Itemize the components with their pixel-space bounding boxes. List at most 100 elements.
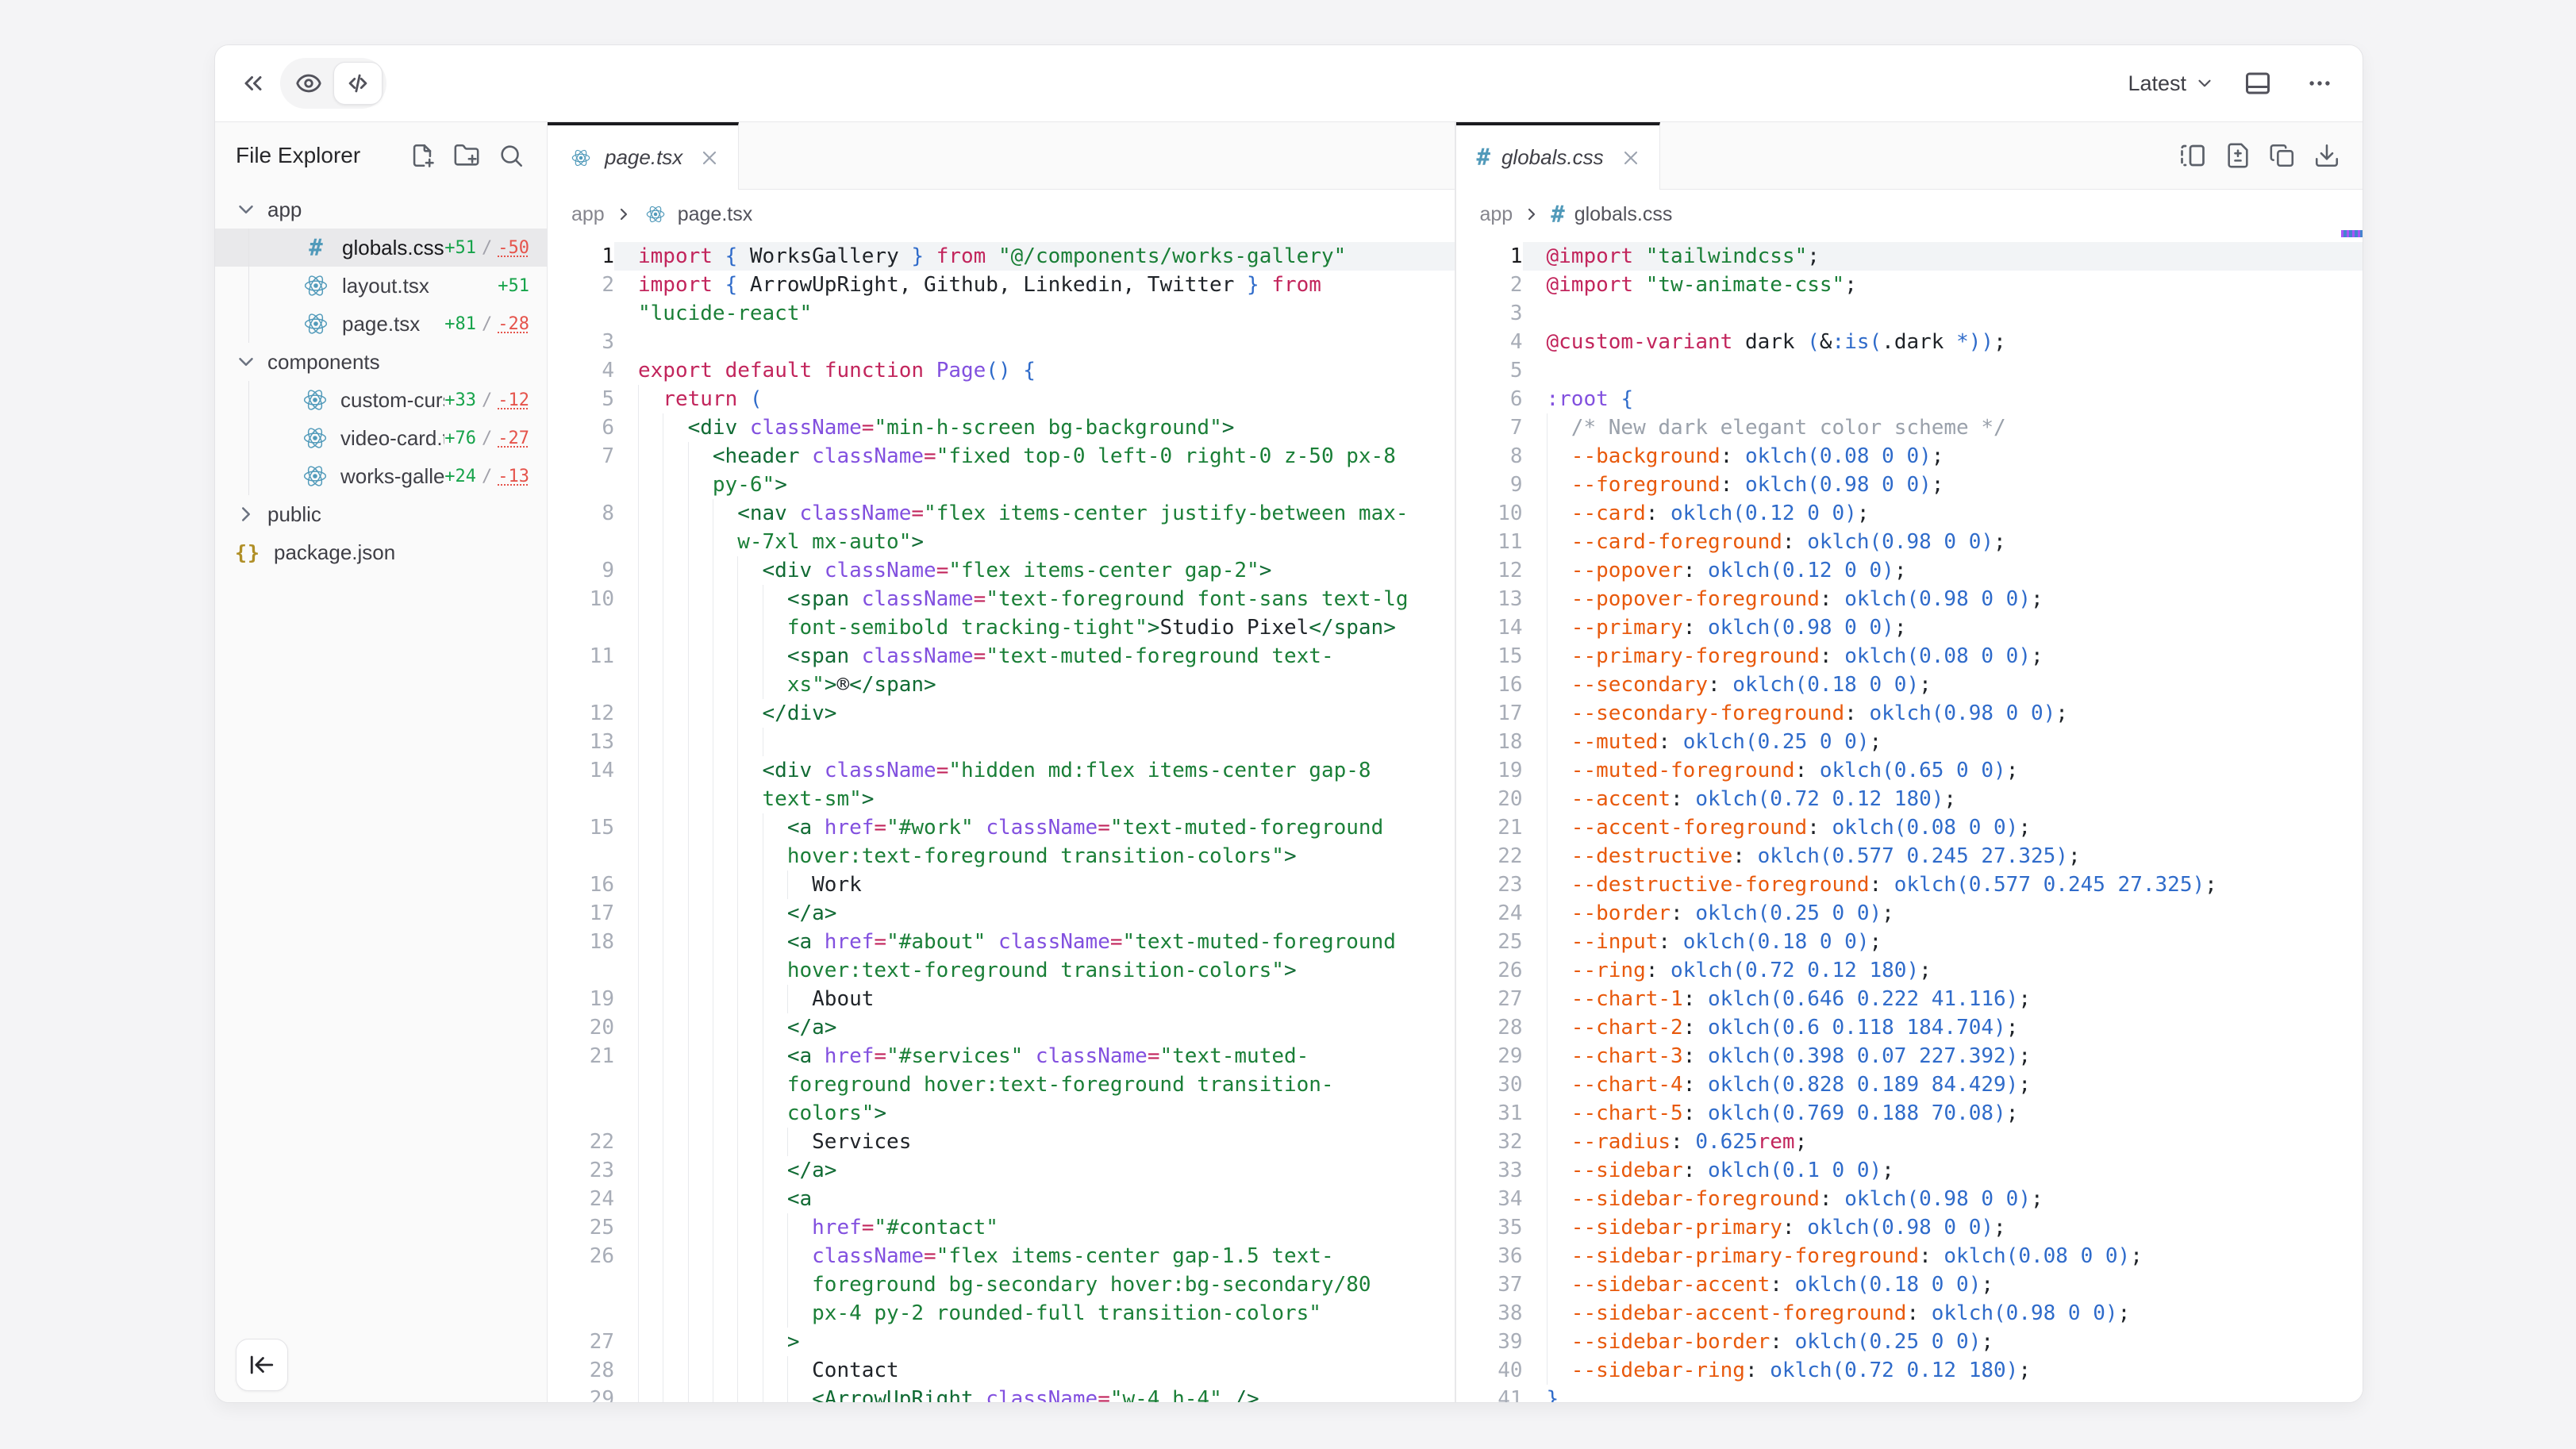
more-options-button[interactable] [2301, 64, 2339, 102]
diff-stats: +51 [498, 276, 529, 296]
collapse-sidebar-button[interactable] [236, 1339, 288, 1391]
code-text: --background: oklch(0.08 0 0); [1523, 442, 2363, 471]
token: () [986, 359, 1010, 382]
indent-guide [1547, 1213, 1548, 1242]
file-diff-button[interactable] [2224, 142, 2251, 169]
token: : [1820, 1187, 1844, 1211]
file-row-video-card-tsx[interactable]: video-card.tsx+76/-27 [215, 419, 547, 457]
code-line: 27--chart-1: oklch(0.646 0.222 41.116); [1456, 985, 2363, 1013]
token: --background [1571, 444, 1721, 468]
code-line: 19About [548, 985, 1455, 1013]
indent-guide [1547, 1270, 1548, 1299]
token: = [1148, 1044, 1160, 1068]
token: import [638, 273, 713, 297]
token: oklch(0.18 0 0) [1795, 1273, 1982, 1297]
panel-layout-button[interactable] [2239, 64, 2277, 102]
token: href [825, 1044, 875, 1068]
token: ; [2018, 987, 2031, 1011]
indent-guide [737, 985, 738, 1013]
removed-lines: -13 [498, 467, 529, 486]
breadcrumb-folder[interactable]: app [571, 203, 605, 226]
token: --border [1571, 901, 1671, 925]
split-view-button[interactable] [2178, 141, 2207, 170]
line-number: 27 [548, 1328, 614, 1356]
collapse-panel-button[interactable] [234, 64, 272, 102]
breadcrumb-folder[interactable]: app [1480, 203, 1513, 226]
code-line: 3 [1456, 299, 2363, 328]
file-row-works-galler[interactable]: works-galler...+24/-13 [215, 457, 547, 495]
token: ; [1994, 1216, 2006, 1240]
token [787, 502, 800, 525]
token: <div [688, 416, 738, 440]
code-line: 11<span className="text-muted-foreground… [548, 642, 1455, 699]
code-text [614, 728, 1455, 756]
toolbar-right: Latest [2128, 64, 2339, 102]
code-text: href="#contact" [614, 1213, 1455, 1242]
code-line: 36--sidebar-primary-foreground: oklch(0.… [1456, 1242, 2363, 1270]
close-tab-icon[interactable] [698, 147, 721, 169]
token: "@/components/works-gallery" [998, 244, 1346, 268]
file-name: globals.css [342, 236, 444, 260]
download-button[interactable] [2313, 142, 2340, 169]
code-text: --sidebar-ring: oklch(0.72 0.12 180); [1523, 1356, 2363, 1385]
code-toggle-button[interactable] [333, 62, 383, 105]
code-line: 12--popover: oklch(0.12 0 0); [1456, 556, 2363, 585]
line-number: 27 [1456, 985, 1523, 1013]
token: className [986, 1387, 1098, 1402]
preview-toggle-button[interactable] [284, 62, 333, 105]
search-files-button[interactable] [498, 142, 525, 169]
line-number: 5 [1456, 356, 1523, 385]
code-line: 8<nav className="flex items-center justi… [548, 499, 1455, 556]
line-number: 36 [1456, 1242, 1523, 1270]
token: ; [1932, 444, 1944, 468]
code-line: 1import { WorksGallery } from "@/compone… [548, 242, 1455, 271]
indent-guide [688, 1185, 689, 1213]
copy-code-button[interactable] [2269, 142, 2296, 169]
code-text: <a href="#services" className="text-mute… [614, 1042, 1455, 1128]
token: oklch(0.18 0 0) [1683, 930, 1870, 954]
folder-row-components[interactable]: components [215, 343, 547, 381]
new-folder-button[interactable] [453, 142, 480, 169]
token: --sidebar-primary-foreground [1571, 1244, 1919, 1268]
token: className [986, 816, 1098, 840]
token [713, 359, 725, 382]
code-line: 5 [1456, 356, 2363, 385]
token: <ArrowUpRight [812, 1387, 974, 1402]
editor-page-tsx: page.tsx app page.tsx 1 [548, 122, 1455, 1402]
token [812, 559, 825, 582]
file-row-layout-tsx[interactable]: layout.tsx+51 [215, 267, 547, 305]
token: : [1658, 730, 1682, 754]
token [1321, 273, 1334, 297]
token: : [1658, 930, 1682, 954]
token: <span [787, 644, 849, 668]
file-row-globals-css[interactable]: #globals.css+51/-50 [215, 229, 547, 267]
folder-row-public[interactable]: public [215, 495, 547, 533]
new-file-button[interactable] [409, 142, 436, 169]
line-number: 32 [1456, 1128, 1523, 1156]
folder-row-app[interactable]: app [215, 190, 547, 229]
tab-globals-css[interactable]: # globals.css [1456, 122, 1660, 190]
file-row-custom-curs[interactable]: custom-curs...+33/-12 [215, 381, 547, 419]
token: --foreground [1571, 473, 1721, 497]
tab-page-tsx[interactable]: page.tsx [548, 122, 739, 190]
file-row-package-json[interactable]: {}package.json [215, 533, 547, 571]
token: ( [1807, 330, 1820, 354]
token: ; [2130, 1244, 2143, 1268]
indent-guide [1547, 1242, 1548, 1270]
token: oklch(0.72 0.12 180) [1770, 1359, 2018, 1382]
file-row-page-tsx[interactable]: page.tsx+81/-28 [215, 305, 547, 343]
code-text: --muted: oklch(0.25 0 0); [1523, 728, 2363, 756]
token [1609, 387, 1621, 411]
code-area-page-tsx[interactable]: 1import { WorksGallery } from "@/compone… [548, 239, 1455, 1402]
code-text: --sidebar: oklch(0.1 0 0); [1523, 1156, 2363, 1185]
indent-guide [1547, 985, 1548, 1013]
code-line: 28Contact [548, 1356, 1455, 1385]
code-area-globals-css[interactable]: 1@import "tailwindcss";2@import "tw-anim… [1456, 239, 2363, 1402]
close-tab-icon[interactable] [1620, 147, 1642, 169]
token: : [1683, 987, 1708, 1011]
version-dropdown[interactable]: Latest [2128, 71, 2215, 96]
token [737, 416, 750, 440]
indent-guide [737, 1128, 738, 1156]
token: <a [787, 816, 812, 840]
code-line: 4export default function Page() { [548, 356, 1455, 385]
